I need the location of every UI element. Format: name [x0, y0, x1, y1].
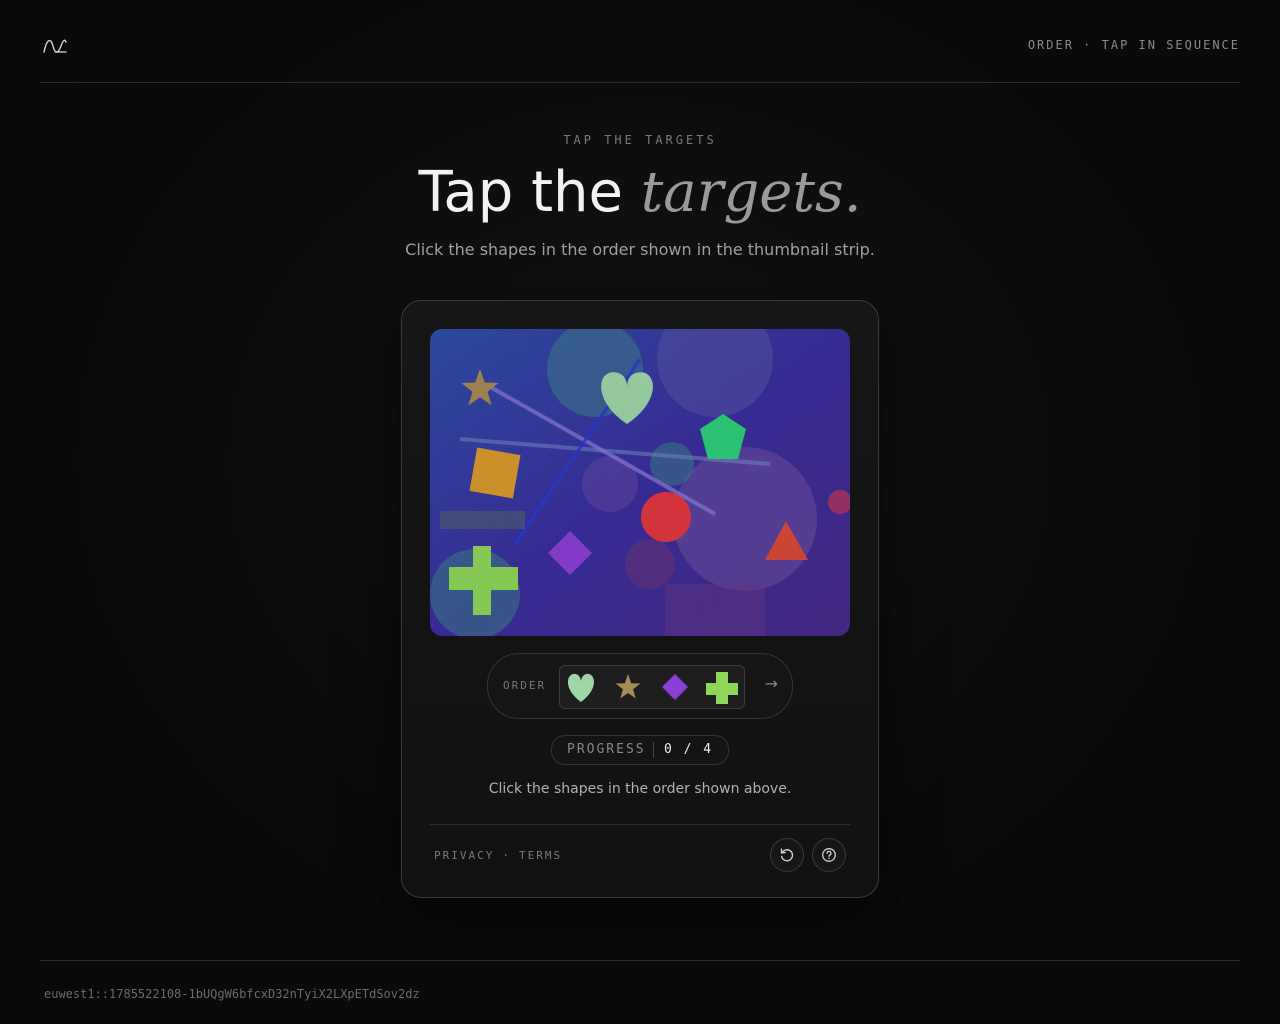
help-icon: [822, 848, 836, 862]
session-id: euwest1::1785522108-1bUQgW6bfcxD32nTyiX2…: [44, 987, 420, 1001]
help-button[interactable]: [812, 838, 846, 872]
diamond-thumb-icon: [662, 674, 688, 700]
reload-icon: [780, 848, 794, 862]
circle-shape[interactable]: [641, 492, 691, 542]
heart-thumb-icon: [568, 673, 594, 702]
page-title: Tap the targets.: [0, 158, 1280, 228]
instruction-text: Click the shapes in the order shown abov…: [488, 781, 792, 797]
challenge-card: ORDER → PROGRESS 0 / 4 Click the shapes …: [401, 300, 879, 898]
eyebrow: TAP THE TARGETS: [563, 133, 717, 147]
title-accent: targets.: [640, 160, 862, 225]
challenge-scene: [430, 329, 850, 636]
square-shape[interactable]: [469, 447, 521, 499]
progress-value: 0 / 4: [664, 742, 714, 757]
top-bar: ORDER · TAP IN SEQUENCE: [40, 0, 1240, 83]
progress-indicator: PROGRESS 0 / 4: [551, 735, 729, 765]
progress-label: PROGRESS: [567, 742, 646, 757]
bottom-divider: [40, 960, 1240, 961]
page-subtitle: Click the shapes in the order shown in t…: [405, 240, 875, 259]
title-plain: Tap the: [418, 160, 641, 225]
captcha-page: ORDER · TAP IN SEQUENCE TAP THE TARGETS …: [0, 0, 1280, 1024]
cross-thumb-icon: [706, 672, 738, 704]
arrow-right-icon: →: [764, 674, 778, 693]
order-label: ORDER: [503, 679, 547, 692]
card-divider: [430, 824, 850, 825]
footer-links: PRIVACY · TERMS: [434, 849, 562, 862]
privacy-link[interactable]: PRIVACY: [434, 849, 494, 862]
link-separator: ·: [502, 849, 511, 862]
mode-label: ORDER · TAP IN SEQUENCE: [1027, 38, 1240, 52]
progress-divider: [653, 742, 654, 758]
challenge-canvas[interactable]: [430, 329, 850, 636]
reload-button[interactable]: [770, 838, 804, 872]
order-bar: ORDER →: [487, 653, 793, 719]
terms-link[interactable]: TERMS: [519, 849, 562, 862]
wave-logo-icon: [43, 39, 67, 53]
thumbnail-strip: [559, 665, 745, 709]
star-thumb-icon: [615, 674, 641, 699]
